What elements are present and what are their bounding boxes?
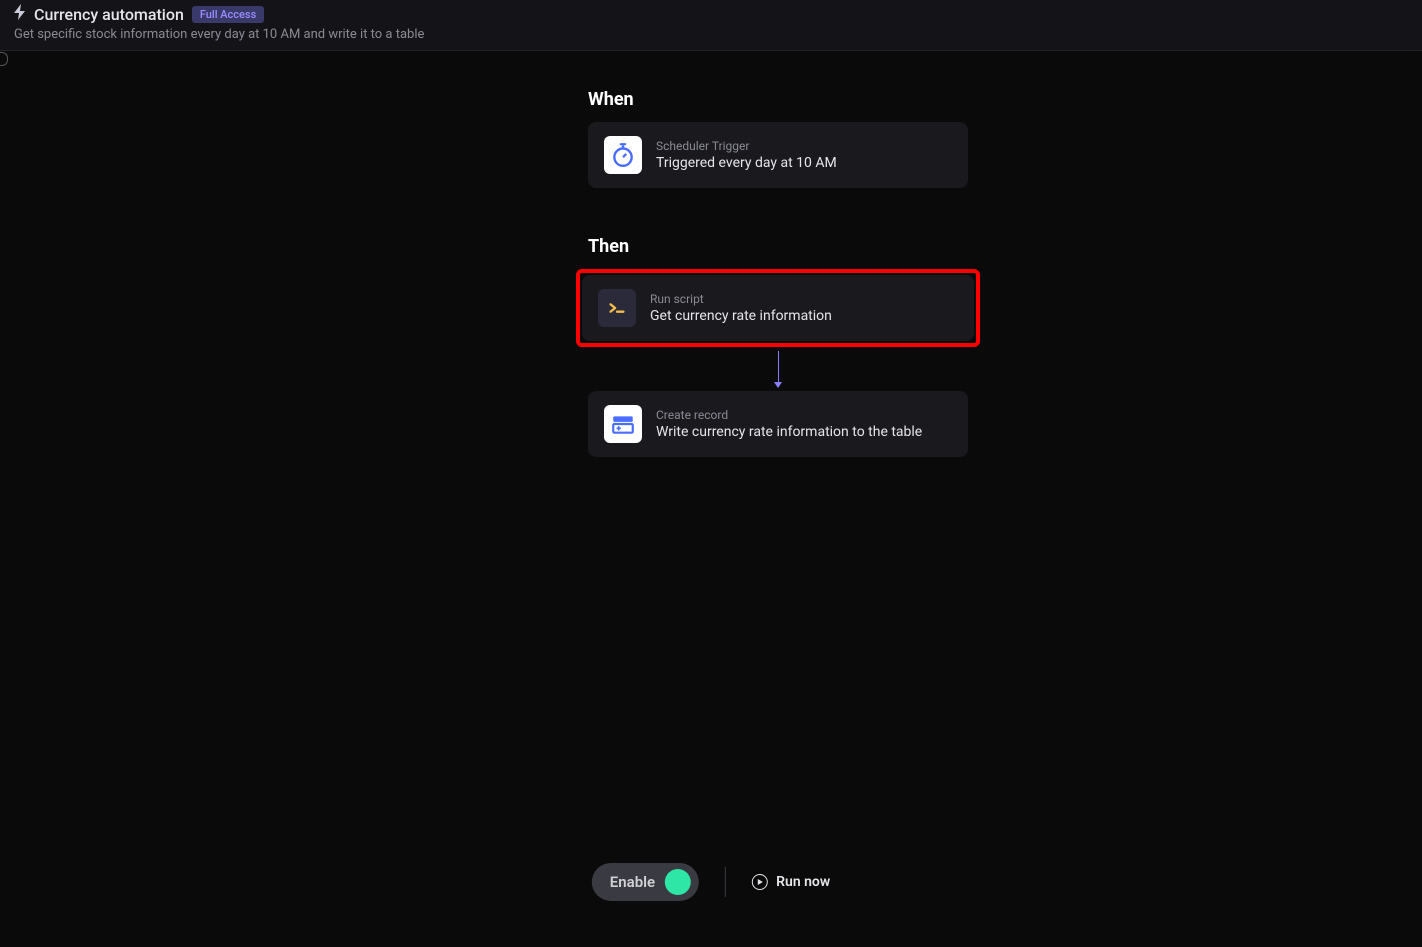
run-now-button[interactable]: Run now [752,874,830,890]
footer-divider [725,867,726,897]
script-title: Get currency rate information [650,308,832,324]
flow-column: When Scheduler Trigger Triggered every d… [588,89,968,469]
trigger-title: Triggered every day at 10 AM [656,155,837,171]
toggle-knob [665,869,691,895]
create-record-card[interactable]: Create record Write currency rate inform… [588,391,968,457]
access-badge: Full Access [192,6,264,23]
stopwatch-icon [604,136,642,174]
enable-label: Enable [610,873,655,891]
trigger-type: Scheduler Trigger [656,139,837,153]
run-now-label: Run now [776,874,830,890]
trigger-card-text: Scheduler Trigger Triggered every day at… [656,139,837,171]
page-header: Currency automation Full Access Get spec… [0,0,1422,51]
highlighted-step: Run script Get currency rate information [576,269,980,347]
script-type: Run script [650,292,832,306]
terminal-icon [598,289,636,327]
script-card[interactable]: Run script Get currency rate information [582,275,974,341]
page-subtitle: Get specific stock information every day… [14,27,1408,42]
create-card-text: Create record Write currency rate inform… [656,408,922,440]
automation-bolt-icon [14,4,26,24]
page-title: Currency automation [34,5,184,24]
play-icon [752,874,768,890]
script-card-text: Run script Get currency rate information [650,292,832,324]
table-add-icon [604,405,642,443]
create-title: Write currency rate information to the t… [656,424,922,440]
header-top: Currency automation Full Access [14,4,1408,24]
when-section-label: When [588,89,968,110]
trigger-card[interactable]: Scheduler Trigger Triggered every day at… [588,122,968,188]
then-section-label: Then [588,236,968,257]
enable-toggle[interactable]: Enable [592,863,699,901]
flow-canvas: When Scheduler Trigger Triggered every d… [0,51,1422,947]
flow-connector [778,351,779,387]
create-type: Create record [656,408,922,422]
footer-controls: Enable Run now [592,863,830,901]
